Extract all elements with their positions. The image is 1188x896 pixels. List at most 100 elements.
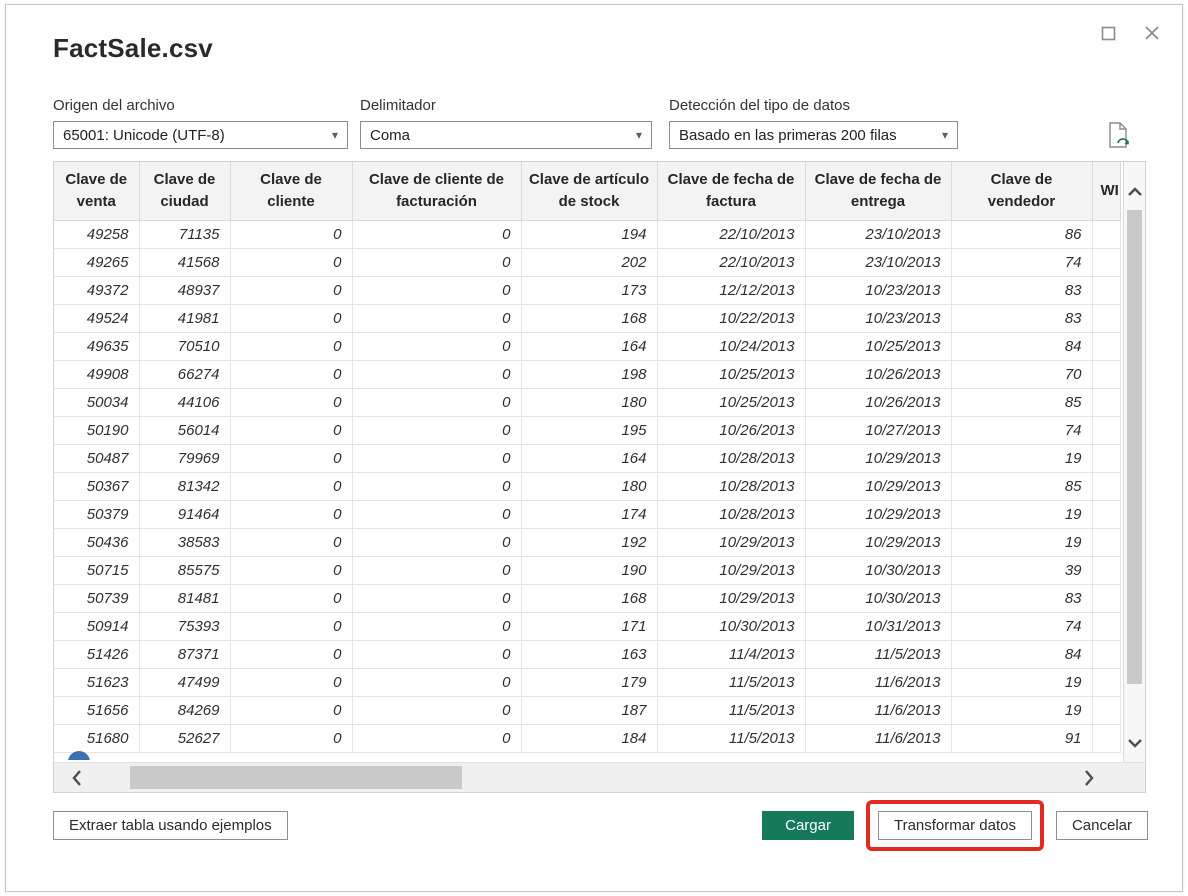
table-cell[interactable]: 11/5/2013	[657, 668, 806, 697]
table-cell[interactable]	[1092, 696, 1121, 725]
table-cell[interactable]: 0	[230, 724, 353, 753]
table-cell[interactable]	[1092, 556, 1121, 585]
table-cell[interactable]: 41568	[139, 248, 231, 277]
table-cell[interactable]: 180	[521, 388, 658, 417]
table-cell[interactable]: 50379	[54, 500, 140, 529]
horizontal-scrollbar[interactable]	[54, 762, 1145, 792]
table-cell[interactable]: 23/10/2013	[805, 248, 952, 277]
type-detection-dropdown[interactable]: Basado en las primeras 200 filas ▾	[669, 121, 958, 149]
table-cell[interactable]: 50436	[54, 528, 140, 557]
table-cell[interactable]: 51623	[54, 668, 140, 697]
table-cell[interactable]: 38583	[139, 528, 231, 557]
table-cell[interactable]: 187	[521, 696, 658, 725]
table-cell[interactable]: 86	[951, 220, 1093, 249]
table-cell[interactable]: 0	[352, 640, 522, 669]
table-cell[interactable]	[1092, 640, 1121, 669]
table-cell[interactable]: 0	[230, 332, 353, 361]
column-header[interactable]: Clave de venta	[54, 162, 140, 221]
table-cell[interactable]: 10/22/2013	[657, 304, 806, 333]
table-cell[interactable]: 10/28/2013	[657, 472, 806, 501]
table-cell[interactable]: 0	[230, 584, 353, 613]
table-cell[interactable]: 0	[352, 360, 522, 389]
table-cell[interactable]: 83	[951, 584, 1093, 613]
table-cell[interactable]: 0	[352, 388, 522, 417]
table-cell[interactable]: 52627	[139, 724, 231, 753]
table-cell[interactable]: 0	[230, 472, 353, 501]
table-cell[interactable]: 50034	[54, 388, 140, 417]
table-cell[interactable]: 74	[951, 248, 1093, 277]
table-cell[interactable]: 0	[230, 276, 353, 305]
table-cell[interactable]: 0	[230, 220, 353, 249]
table-cell[interactable]: 51680	[54, 724, 140, 753]
delimiter-dropdown[interactable]: Coma ▾	[360, 121, 652, 149]
table-cell[interactable]: 49258	[54, 220, 140, 249]
table-cell[interactable]: 70	[951, 360, 1093, 389]
table-cell[interactable]: 50739	[54, 584, 140, 613]
table-cell[interactable]: 10/25/2013	[805, 332, 952, 361]
table-cell[interactable]: 10/23/2013	[805, 304, 952, 333]
table-cell[interactable]: 50487	[54, 444, 140, 473]
table-cell[interactable]: 10/31/2013	[805, 612, 952, 641]
column-header[interactable]: Clave de cliente	[230, 162, 353, 221]
table-cell[interactable]: 50914	[54, 612, 140, 641]
table-cell[interactable]: 91	[951, 724, 1093, 753]
vertical-scrollbar-thumb[interactable]	[1127, 210, 1142, 684]
table-cell[interactable]	[1092, 612, 1121, 641]
table-cell[interactable]: 51426	[54, 640, 140, 669]
table-cell[interactable]: 10/30/2013	[657, 612, 806, 641]
table-cell[interactable]: 10/28/2013	[657, 444, 806, 473]
table-cell[interactable]: 168	[521, 304, 658, 333]
table-cell[interactable]: 10/25/2013	[657, 360, 806, 389]
table-cell[interactable]: 56014	[139, 416, 231, 445]
table-cell[interactable]: 164	[521, 332, 658, 361]
table-cell[interactable]	[1092, 304, 1121, 333]
table-cell[interactable]: 81342	[139, 472, 231, 501]
table-cell[interactable]: 194	[521, 220, 658, 249]
table-cell[interactable]: 11/4/2013	[657, 640, 806, 669]
table-cell[interactable]: 85	[951, 472, 1093, 501]
table-cell[interactable]	[1092, 472, 1121, 501]
table-cell[interactable]: 84	[951, 640, 1093, 669]
table-cell[interactable]: 10/29/2013	[805, 500, 952, 529]
table-cell[interactable]	[1092, 360, 1121, 389]
table-cell[interactable]: 0	[352, 724, 522, 753]
table-cell[interactable]: 0	[352, 696, 522, 725]
column-header[interactable]: Clave de fecha de factura	[657, 162, 806, 221]
table-cell[interactable]: 0	[352, 556, 522, 585]
table-cell[interactable]	[1092, 220, 1121, 249]
table-cell[interactable]: 10/29/2013	[805, 472, 952, 501]
table-cell[interactable]: 50190	[54, 416, 140, 445]
table-cell[interactable]	[1092, 528, 1121, 557]
table-cell[interactable]	[1092, 388, 1121, 417]
table-cell[interactable]	[1092, 332, 1121, 361]
column-header[interactable]: WI	[1092, 162, 1121, 221]
table-cell[interactable]: 184	[521, 724, 658, 753]
table-cell[interactable]: 75393	[139, 612, 231, 641]
table-cell[interactable]: 70510	[139, 332, 231, 361]
table-cell[interactable]: 10/23/2013	[805, 276, 952, 305]
table-cell[interactable]: 11/6/2013	[805, 724, 952, 753]
table-cell[interactable]: 0	[230, 556, 353, 585]
table-cell[interactable]: 0	[352, 220, 522, 249]
table-cell[interactable]: 81481	[139, 584, 231, 613]
table-cell[interactable]: 74	[951, 416, 1093, 445]
extract-table-button[interactable]: Extraer tabla usando ejemplos	[53, 810, 288, 840]
table-cell[interactable]: 0	[352, 500, 522, 529]
table-cell[interactable]: 0	[352, 304, 522, 333]
table-cell[interactable]: 202	[521, 248, 658, 277]
table-cell[interactable]: 11/5/2013	[657, 696, 806, 725]
table-cell[interactable]: 11/5/2013	[657, 724, 806, 753]
table-cell[interactable]: 84	[951, 332, 1093, 361]
table-cell[interactable]: 0	[230, 668, 353, 697]
table-cell[interactable]	[1092, 416, 1121, 445]
table-cell[interactable]: 19	[951, 500, 1093, 529]
table-cell[interactable]: 174	[521, 500, 658, 529]
table-cell[interactable]: 10/29/2013	[805, 444, 952, 473]
table-cell[interactable]: 79969	[139, 444, 231, 473]
table-cell[interactable]: 190	[521, 556, 658, 585]
table-cell[interactable]: 0	[352, 612, 522, 641]
vertical-scrollbar[interactable]	[1123, 162, 1145, 762]
table-cell[interactable]: 10/29/2013	[657, 528, 806, 557]
table-cell[interactable]: 163	[521, 640, 658, 669]
table-cell[interactable]: 10/27/2013	[805, 416, 952, 445]
